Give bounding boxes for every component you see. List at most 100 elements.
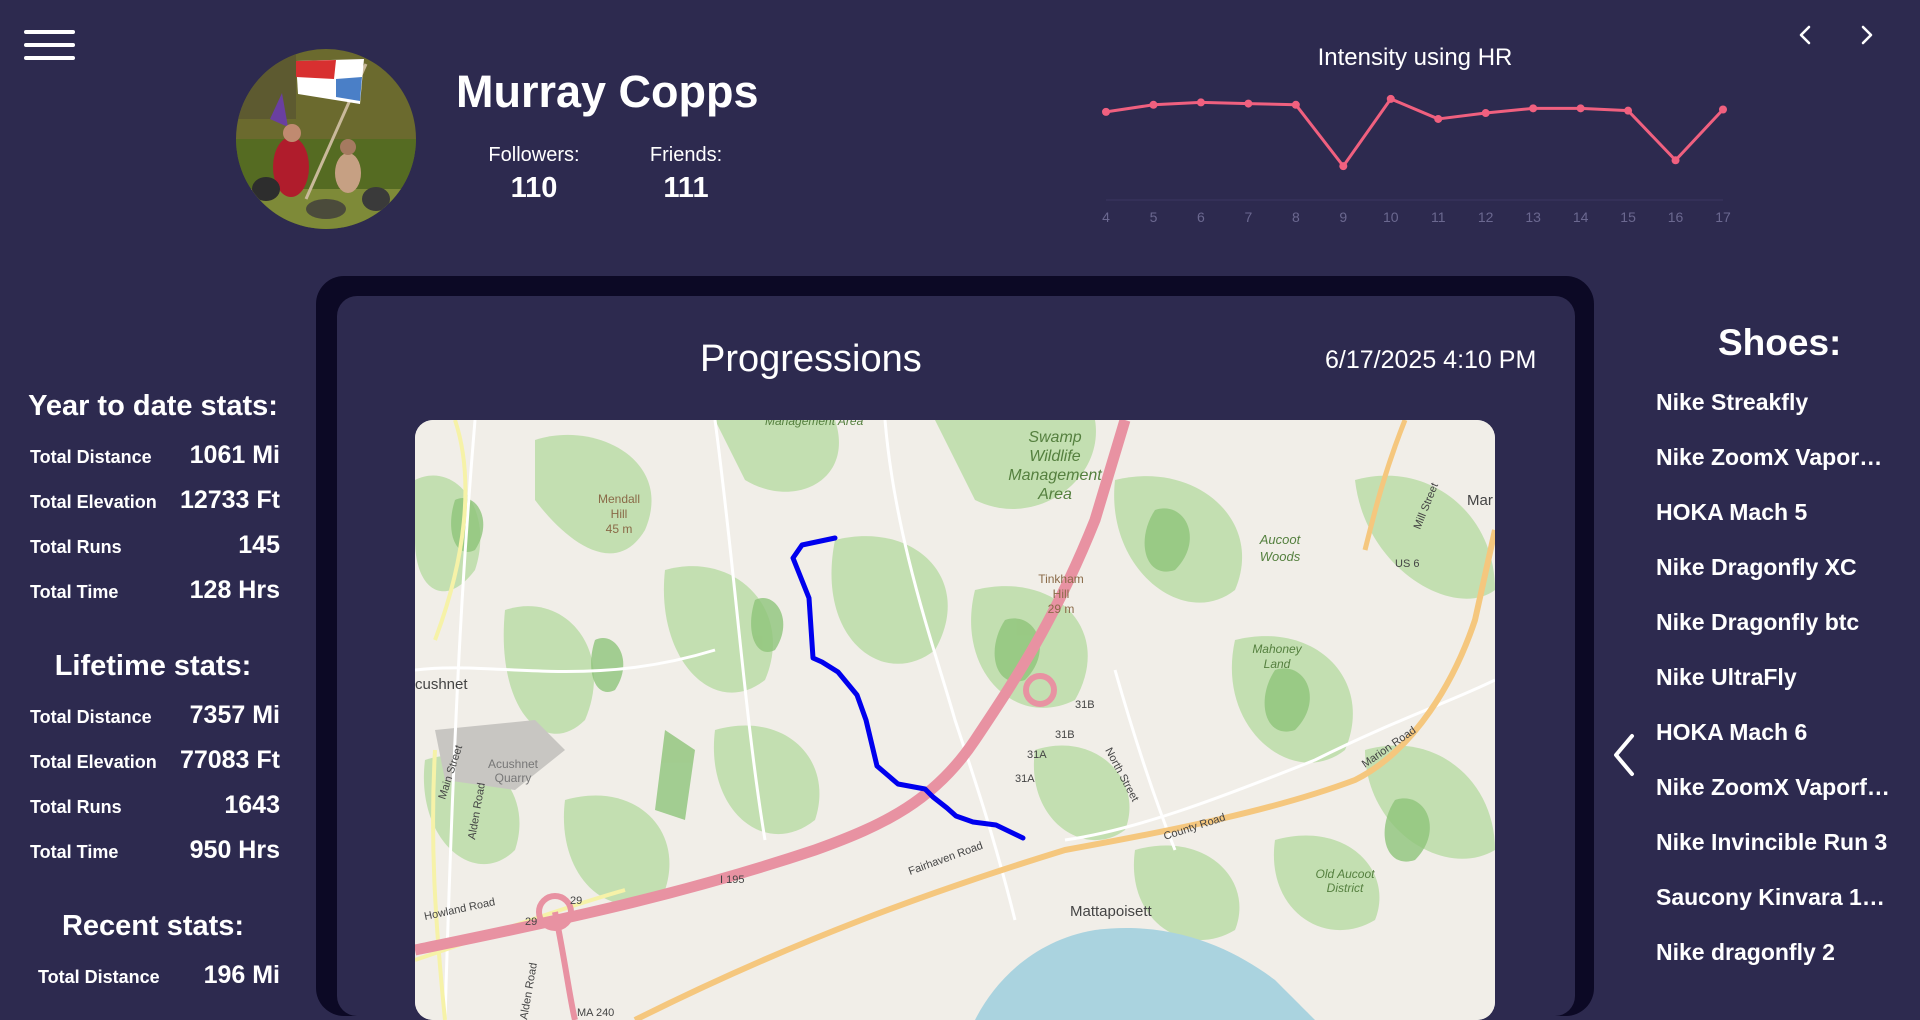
stat-label: Total Distance xyxy=(38,967,160,987)
followers-label: Followers: xyxy=(488,144,580,166)
map-label: 31B xyxy=(1075,699,1095,711)
shoe-item[interactable]: Nike Streakfly xyxy=(1656,389,1896,416)
friends-count[interactable]: 111 xyxy=(606,172,766,205)
x-tick-label: 4 xyxy=(1102,209,1110,225)
shoe-item[interactable]: Nike Invincible Run 3 xyxy=(1656,829,1896,856)
map-label: Management Area xyxy=(765,420,864,428)
shoe-item[interactable]: Nike Dragonfly XC xyxy=(1656,554,1896,581)
map-label: 31B xyxy=(1055,729,1075,741)
followers-count[interactable]: 110 xyxy=(454,172,614,205)
x-tick-label: 10 xyxy=(1383,209,1399,225)
map-label: Acushnet xyxy=(488,757,539,771)
stat-value: 1061 Mi xyxy=(189,441,280,469)
map-label: Management xyxy=(1008,467,1102,484)
hr-chart-title: Intensity using HR xyxy=(1317,44,1513,71)
hr-data-point[interactable] xyxy=(1671,156,1680,165)
hr-data-point[interactable] xyxy=(1386,94,1395,103)
hr-data-point[interactable] xyxy=(1434,114,1443,123)
map-label: Mendall xyxy=(598,492,640,506)
map-label: 29 m xyxy=(1048,602,1075,616)
year-stat-row: Total Time 128 Hrs xyxy=(30,569,280,609)
stat-label: Total Runs xyxy=(30,537,122,557)
map-label: Mahoney xyxy=(1252,642,1302,656)
map-label: Aucoot xyxy=(1259,532,1302,547)
shoe-item[interactable]: Nike dragonfly 2 xyxy=(1656,939,1896,966)
stat-label: Total Runs xyxy=(30,797,122,817)
stat-value: 77083 Ft xyxy=(179,746,280,774)
map-label: US 6 xyxy=(1395,558,1419,570)
map-label: Swamp xyxy=(1028,429,1081,446)
chevron-right-icon[interactable] xyxy=(1852,20,1882,50)
shoe-item[interactable]: HOKA Mach 5 xyxy=(1656,499,1896,526)
map-label: Land xyxy=(1264,657,1291,671)
map-label: MA 240 xyxy=(577,1007,614,1019)
map-label: 31A xyxy=(1015,773,1035,785)
shoe-item[interactable]: Nike UltraFly xyxy=(1656,664,1896,691)
hr-data-point[interactable] xyxy=(1149,100,1158,109)
stat-label: Total Elevation xyxy=(30,752,157,772)
panel-title: Progressions xyxy=(700,338,922,380)
shoe-item[interactable]: Nike ZoomX Vaporfly 3 xyxy=(1656,774,1896,801)
map-label: I 195 xyxy=(720,874,744,886)
stat-value: 145 xyxy=(238,531,280,559)
map-label: 31A xyxy=(1027,749,1047,761)
hr-data-point[interactable] xyxy=(1196,98,1205,107)
hr-data-point[interactable] xyxy=(1624,106,1633,115)
map-label: Mattapoisett xyxy=(1070,903,1153,920)
lifetime-stat-row: Total Elevation 77083 Ft xyxy=(30,739,280,779)
hr-data-point[interactable] xyxy=(1291,100,1300,109)
year-stat-row: Total Elevation 12733 Ft xyxy=(30,479,280,519)
x-tick-label: 7 xyxy=(1244,209,1252,225)
hr-data-point[interactable] xyxy=(1576,104,1585,113)
year-stat-row: Total Distance 1061 Mi xyxy=(30,434,280,474)
profile-name: Murray Copps xyxy=(456,66,759,117)
year-stat-row: Total Runs 145 xyxy=(30,524,280,564)
stat-value: 7357 Mi xyxy=(189,701,280,729)
lifetime-stat-row: Total Runs 1643 xyxy=(30,784,280,824)
stat-label: Total Time xyxy=(30,582,119,602)
map-label: 45 m xyxy=(606,522,633,536)
stat-label: Total Time xyxy=(30,842,119,862)
stat-label: Total Elevation xyxy=(30,492,157,512)
chevron-left-icon[interactable] xyxy=(1606,730,1642,780)
shoe-item[interactable]: Saucony Kinvara 14 Green xyxy=(1656,884,1896,911)
x-tick-label: 17 xyxy=(1715,209,1731,225)
stat-value: 12733 Ft xyxy=(179,486,280,514)
x-tick-label: 9 xyxy=(1339,209,1347,225)
map-label: Old Aucoot xyxy=(1316,867,1376,881)
shoe-item[interactable]: HOKA Mach 6 xyxy=(1656,719,1896,746)
stat-label: Total Distance xyxy=(30,447,152,467)
quarry-labels: Acushnet Quarry xyxy=(488,757,539,785)
shoe-item[interactable]: Nike ZoomX VaporFly Next% 2 xyxy=(1656,444,1896,471)
map-label: Woods xyxy=(1260,549,1301,564)
stat-label: Total Distance xyxy=(30,707,152,727)
hr-data-point[interactable] xyxy=(1719,105,1727,114)
route-map[interactable]: Management Area Swamp Wildlife Managemen… xyxy=(415,420,1495,1020)
hr-data-point[interactable] xyxy=(1102,107,1110,116)
x-tick-label: 8 xyxy=(1292,209,1300,225)
x-tick-label: 12 xyxy=(1478,209,1494,225)
hr-data-point[interactable] xyxy=(1339,162,1348,171)
map-label: Tinkham xyxy=(1038,572,1084,586)
lifetime-stat-row: Total Time 950 Hrs xyxy=(30,829,280,869)
x-tick-label: 6 xyxy=(1197,209,1205,225)
recent-stat-row: Total Distance 196 Mi xyxy=(38,954,280,994)
hr-data-point[interactable] xyxy=(1481,109,1490,118)
stat-value: 128 Hrs xyxy=(189,576,280,604)
map-label: Quarry xyxy=(495,771,532,785)
friends-label: Friends: xyxy=(649,144,723,166)
hr-data-point[interactable] xyxy=(1529,104,1538,113)
recent-stats-title: Recent stats: xyxy=(61,910,245,942)
activity-date: 6/17/2025 4:10 PM xyxy=(1325,346,1537,374)
shoe-item[interactable]: Nike Dragonfly btc xyxy=(1656,609,1896,636)
x-tick-label: 5 xyxy=(1150,209,1158,225)
chevron-left-icon[interactable] xyxy=(1790,20,1820,50)
hr-data-point[interactable] xyxy=(1244,99,1253,108)
hamburger-menu-icon[interactable] xyxy=(24,30,76,64)
x-tick-label: 14 xyxy=(1573,209,1589,225)
stat-value: 196 Mi xyxy=(203,961,280,989)
x-tick-label: 13 xyxy=(1525,209,1541,225)
x-tick-label: 15 xyxy=(1620,209,1636,225)
stat-value: 950 Hrs xyxy=(189,836,280,864)
x-tick-label: 11 xyxy=(1431,209,1446,225)
